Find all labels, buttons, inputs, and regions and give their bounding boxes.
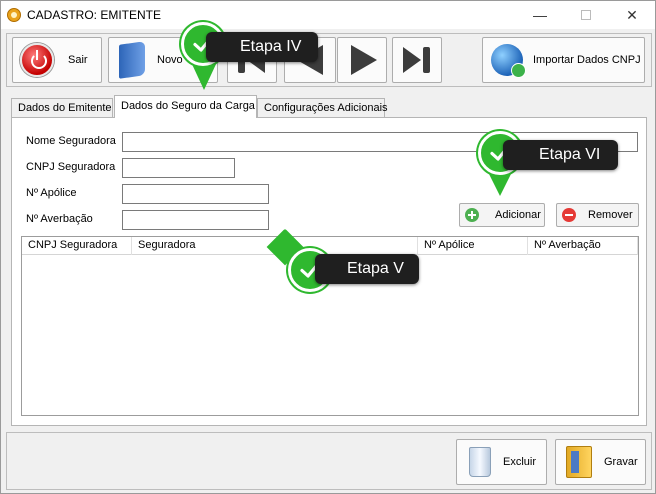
remove-icon [562, 208, 576, 222]
importar-label: Importar Dados CNPJ [533, 54, 641, 66]
window-title: CADASTRO: EMITENTE [27, 8, 162, 22]
etapa-vi-label: Etapa VI [539, 146, 601, 163]
tab-dados-emitente[interactable]: Dados do Emitente [11, 98, 113, 118]
title-bar: CADASTRO: EMITENTE — ✕ [1, 1, 655, 29]
excluir-button[interactable]: Excluir [456, 439, 547, 485]
add-icon [465, 208, 479, 222]
apolice-input[interactable] [122, 184, 269, 204]
nome-seguradora-label: Nome Seguradora [26, 135, 116, 147]
skip-last-icon [403, 45, 433, 75]
last-record-button[interactable] [392, 37, 442, 83]
novo-label: Novo [157, 54, 183, 66]
gravar-button[interactable]: Gravar [555, 439, 646, 485]
book-icon [119, 41, 145, 79]
minimize-icon: — [533, 7, 547, 23]
cnpj-seguradora-input[interactable] [122, 158, 235, 178]
importar-cnpj-button[interactable]: Importar Dados CNPJ [482, 37, 645, 83]
next-icon [351, 45, 377, 75]
globe-download-icon [491, 44, 526, 78]
etapa-v-label: Etapa V [347, 260, 404, 277]
etapa-iv-callout: Etapa IV [206, 32, 318, 62]
sair-label: Sair [68, 54, 88, 66]
adicionar-button[interactable]: Adicionar [459, 203, 545, 227]
next-record-button[interactable] [337, 37, 387, 83]
etapa-v-callout: Etapa V [315, 254, 419, 284]
tab-dados-seguro-carga[interactable]: Dados do Seguro da Carga [114, 95, 257, 118]
column-header-apolice[interactable]: Nº Apólice [418, 237, 528, 255]
grid-header: CNPJ Seguradora Seguradora Nº Apólice Nº… [22, 237, 638, 255]
cadastro-emitente-window: CADASTRO: EMITENTE — ✕ Sair Novo Importa… [0, 0, 656, 494]
adicionar-label: Adicionar [495, 209, 541, 221]
excluir-label: Excluir [503, 456, 537, 468]
minimize-button[interactable]: — [517, 1, 563, 29]
cnpj-seguradora-label: CNPJ Seguradora [26, 161, 116, 173]
averbacao-input[interactable] [122, 210, 269, 230]
gravar-label: Gravar [604, 456, 638, 468]
apolice-label: Nº Apólice [26, 187, 77, 199]
maximize-button[interactable] [563, 1, 609, 29]
averbacao-label: Nº Averbação [26, 213, 93, 225]
close-button[interactable]: ✕ [609, 1, 655, 29]
power-icon [20, 43, 54, 77]
tab-configuracoes-adicionais[interactable]: Configurações Adicionais [257, 98, 388, 118]
etapa-vi-callout: Etapa VI [503, 140, 618, 170]
sair-button[interactable]: Sair [12, 37, 102, 83]
close-icon: ✕ [626, 6, 638, 23]
bottom-action-bar: Excluir Gravar [6, 432, 652, 490]
etapa-iv-label: Etapa IV [240, 38, 302, 55]
etapa-iv-pointer [191, 62, 217, 90]
app-icon [7, 8, 21, 22]
recycle-bin-icon [469, 447, 491, 477]
column-header-cnpj[interactable]: CNPJ Seguradora [22, 237, 132, 255]
column-header-averbacao[interactable]: Nº Averbação [528, 237, 638, 255]
remover-label: Remover [588, 209, 633, 221]
maximize-icon [581, 10, 591, 20]
folder-save-icon [566, 446, 592, 478]
toolbar: Sair Novo Importar Dados CNPJ [6, 33, 652, 87]
remover-button[interactable]: Remover [556, 203, 639, 227]
